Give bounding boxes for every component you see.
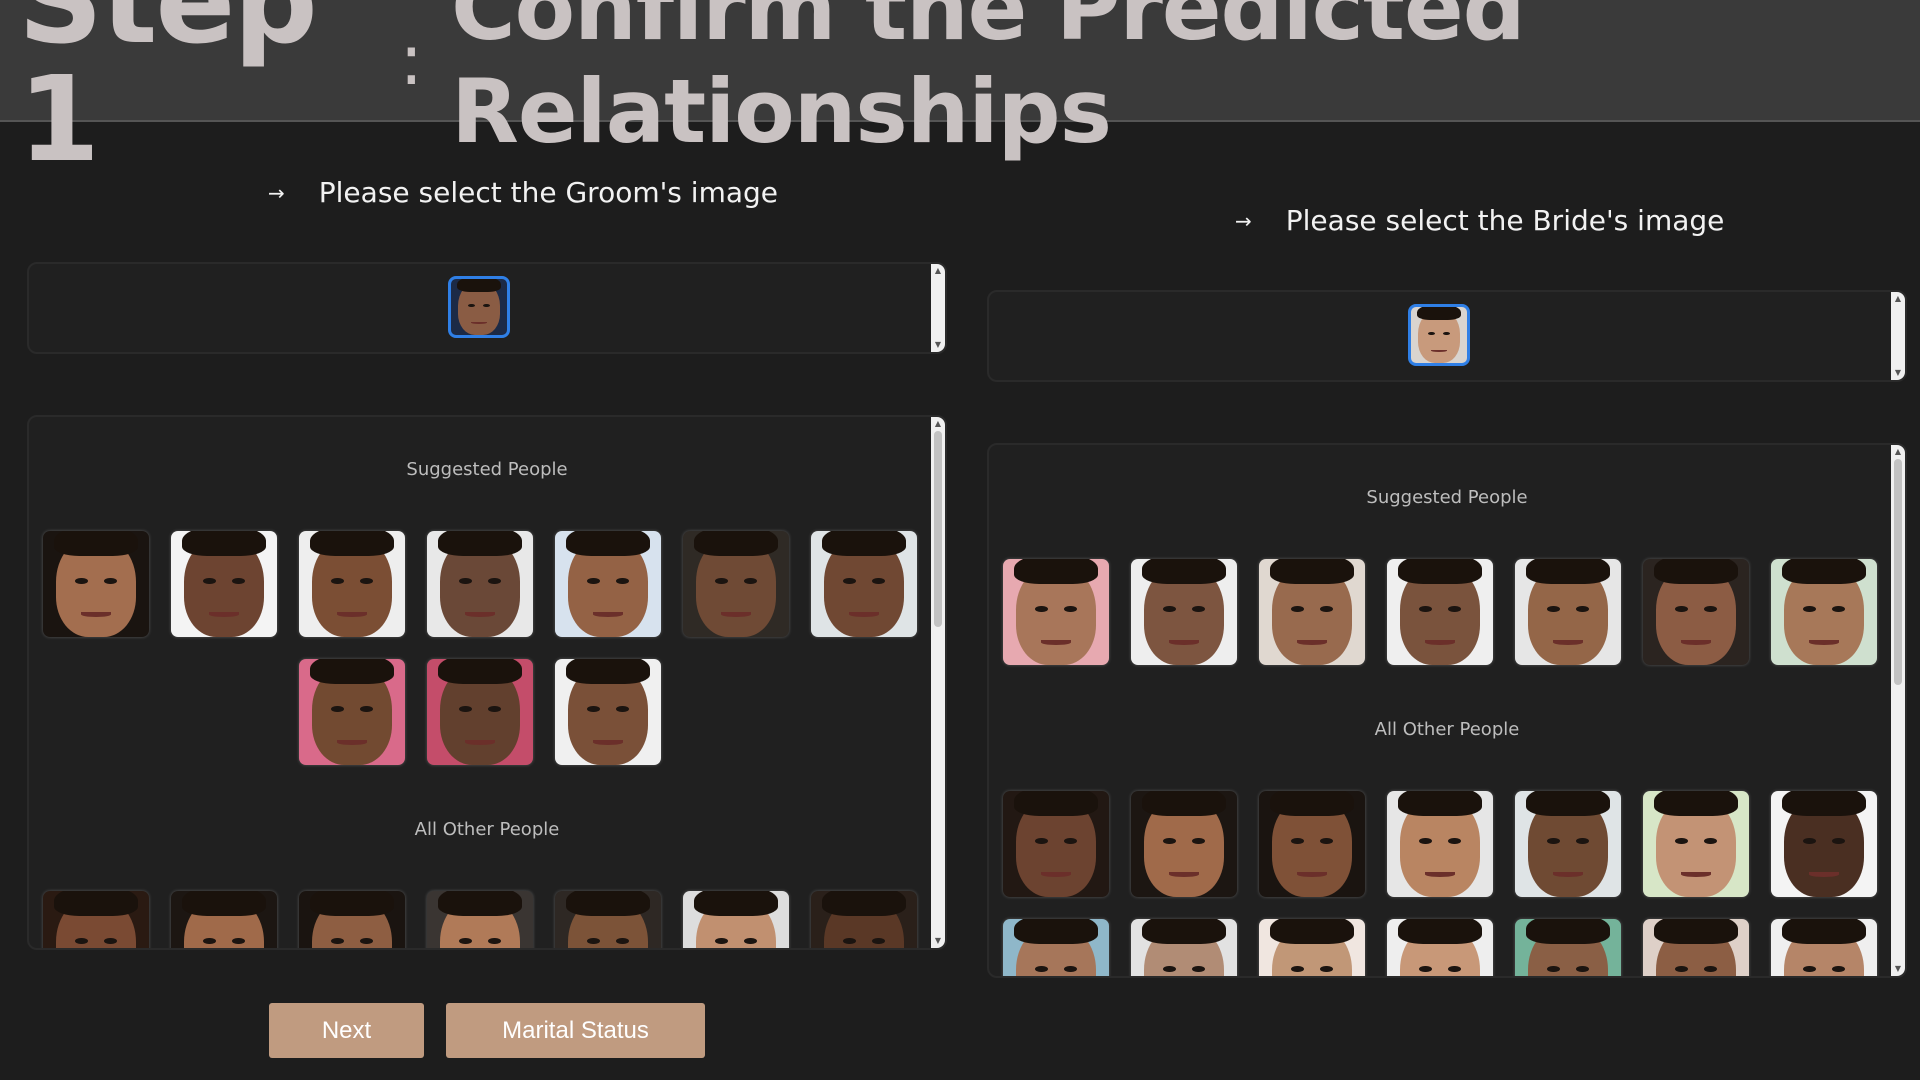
scroll-down-icon[interactable]: ▼ [931, 338, 945, 352]
other-person[interactable] [1387, 919, 1493, 976]
face-thumbnail [1411, 307, 1467, 363]
suggested-person[interactable] [811, 531, 917, 637]
suggested-person[interactable] [427, 659, 533, 765]
scroll-down-icon[interactable]: ▼ [931, 934, 945, 948]
suggested-person[interactable] [1003, 559, 1109, 665]
groom-selected-panel[interactable]: ▲ ▼ [27, 262, 947, 354]
suggested-person[interactable] [1259, 559, 1365, 665]
suggested-person[interactable] [1643, 559, 1749, 665]
bride-prompt: → Please select the Bride's image [1235, 204, 1724, 237]
suggested-person[interactable] [1771, 559, 1877, 665]
scroll-up-icon[interactable]: ▲ [931, 417, 945, 431]
other-person[interactable] [1515, 791, 1621, 897]
suggested-person[interactable] [1515, 559, 1621, 665]
suggested-person[interactable] [299, 531, 405, 637]
other-person[interactable] [1643, 791, 1749, 897]
other-person[interactable] [811, 891, 917, 948]
title-separator: : [399, 19, 424, 101]
other-person[interactable] [43, 891, 149, 948]
bride-selected-image[interactable] [1408, 304, 1470, 366]
other-person[interactable] [1131, 919, 1237, 976]
marital-status-button[interactable]: Marital Status [446, 1003, 705, 1058]
face-thumbnail [451, 279, 507, 335]
other-person[interactable] [427, 891, 533, 948]
scroll-thumb[interactable] [1894, 459, 1902, 685]
other-person[interactable] [1131, 791, 1237, 897]
suggested-person[interactable] [171, 531, 277, 637]
other-person[interactable] [1003, 919, 1109, 976]
step-label: Step 1 [18, 0, 318, 188]
other-person[interactable] [1771, 919, 1877, 976]
arrow-right-icon: → [1235, 208, 1252, 233]
scroll-up-icon[interactable]: ▲ [1891, 445, 1905, 459]
scroll-up-icon[interactable]: ▲ [1891, 292, 1905, 306]
scroll-up-icon[interactable]: ▲ [931, 264, 945, 278]
other-person[interactable] [299, 891, 405, 948]
groom-prompt-text: Please select the Groom's image [318, 176, 779, 209]
suggested-person[interactable] [555, 531, 661, 637]
scroll-down-icon[interactable]: ▼ [1891, 962, 1905, 976]
scrollbar[interactable]: ▲ ▼ [1891, 292, 1905, 380]
scroll-thumb[interactable] [934, 431, 942, 627]
suggested-person[interactable] [1387, 559, 1493, 665]
suggested-person[interactable] [683, 531, 789, 637]
suggested-people-label: Suggested People [406, 459, 568, 480]
other-person[interactable] [683, 891, 789, 948]
suggested-person[interactable] [555, 659, 661, 765]
suggested-person[interactable] [43, 531, 149, 637]
suggested-person[interactable] [1131, 559, 1237, 665]
next-button[interactable]: Next [269, 1003, 424, 1058]
arrow-right-icon: → [268, 180, 285, 205]
other-person[interactable] [1771, 791, 1877, 897]
other-person[interactable] [555, 891, 661, 948]
page-title: Confirm the Predicted Relationships [451, 0, 1526, 163]
groom-people-panel[interactable]: Suggested People All Other People ▲ ▼ [27, 415, 947, 950]
scrollbar[interactable]: ▲ ▼ [931, 417, 945, 948]
other-person[interactable] [171, 891, 277, 948]
suggested-people-label: Suggested People [1366, 487, 1528, 508]
all-other-people-label: All Other People [1374, 719, 1520, 740]
scrollbar[interactable]: ▲ ▼ [1891, 445, 1905, 976]
suggested-person[interactable] [427, 531, 533, 637]
scrollbar[interactable]: ▲ ▼ [931, 264, 945, 352]
groom-prompt: → Please select the Groom's image [268, 176, 778, 209]
scroll-down-icon[interactable]: ▼ [1891, 366, 1905, 380]
other-person[interactable] [1003, 791, 1109, 897]
other-person[interactable] [1643, 919, 1749, 976]
bride-people-panel[interactable]: Suggested People All Other People ▲ ▼ [987, 443, 1907, 978]
bride-selected-panel[interactable]: ▲ ▼ [987, 290, 1907, 382]
other-person[interactable] [1259, 919, 1365, 976]
all-other-people-label: All Other People [414, 819, 560, 840]
other-person[interactable] [1387, 791, 1493, 897]
bride-prompt-text: Please select the Bride's image [1285, 204, 1725, 237]
other-person[interactable] [1515, 919, 1621, 976]
page-header: Step 1 : Confirm the Predicted Relations… [0, 0, 1920, 178]
groom-selected-image[interactable] [448, 276, 510, 338]
suggested-person[interactable] [299, 659, 405, 765]
other-person[interactable] [1259, 791, 1365, 897]
